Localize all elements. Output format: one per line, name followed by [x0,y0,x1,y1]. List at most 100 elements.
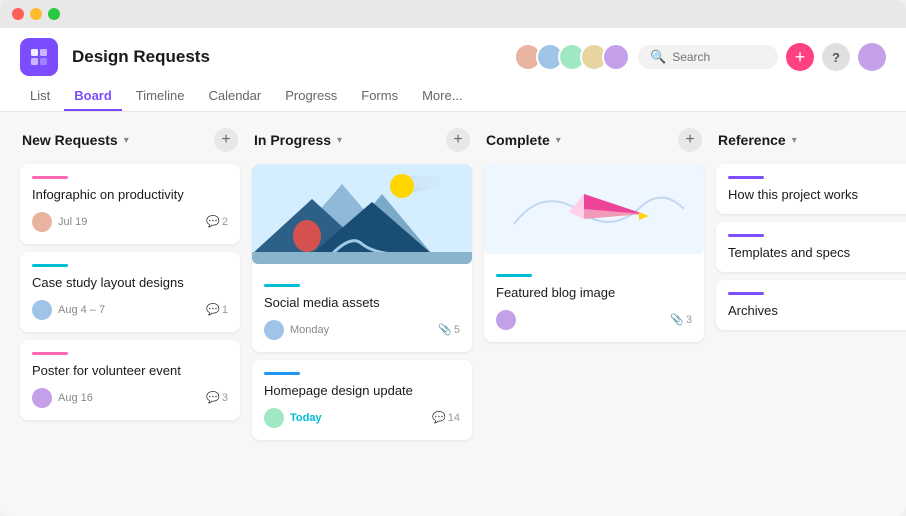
avatar [32,212,52,232]
card-date: Jul 19 [58,216,200,228]
avatar-group [514,43,630,71]
tab-timeline[interactable]: Timeline [126,82,195,111]
card-date: Aug 16 [58,392,200,404]
comment-icon: 💬 [206,303,220,316]
chevron-down-icon: ▾ [556,135,561,146]
tab-calendar[interactable]: Calendar [198,82,271,111]
card-tag [264,372,300,375]
add-card-button[interactable]: + [446,128,470,152]
card-meta: Monday 📎 5 [264,320,460,340]
card-attachment-count: 📎 5 [438,323,460,336]
card-meta: Aug 4 – 7 💬 1 [32,300,228,320]
card-tag [32,352,68,355]
project-title: Design Requests [72,47,500,67]
card-image [252,164,472,264]
column-complete: Complete ▾ + [484,128,704,342]
add-card-button[interactable]: + [214,128,238,152]
card-meta: 📎 3 [496,310,692,330]
user-avatar[interactable] [858,43,886,71]
card-tag [728,234,764,237]
card-title: Infographic on productivity [32,187,228,204]
close-dot[interactable] [12,8,24,20]
card[interactable]: Case study layout designs Aug 4 – 7 💬 1 [20,252,240,332]
column-reference: Reference ▾ + How this project works Tem… [716,128,906,330]
avatar [264,408,284,428]
card-comment-count: 💬 14 [432,411,460,424]
attachment-icon: 📎 [670,313,684,326]
search-icon: 🔍 [650,49,666,65]
card-date: Monday [290,324,432,336]
tab-more[interactable]: More... [412,82,472,111]
tab-board[interactable]: Board [64,82,122,111]
header-right: 🔍 + ? [514,43,886,71]
column-title-complete: Complete [486,132,550,148]
maximize-dot[interactable] [48,8,60,20]
column-title-in-progress: In Progress [254,132,331,148]
header: Design Requests 🔍 + ? [0,28,906,112]
column-in-progress: In Progress ▾ + [252,128,472,440]
card-tag [32,176,68,179]
tab-progress[interactable]: Progress [275,82,347,111]
card-title: How this project works [728,187,906,202]
card[interactable]: Poster for volunteer event Aug 16 💬 3 [20,340,240,420]
card-tag [728,176,764,179]
chevron-down-icon: ▾ [337,135,342,146]
tab-list[interactable]: List [20,82,60,111]
card[interactable]: Social media assets Monday 📎 5 [252,164,472,352]
card-tag [32,264,68,267]
card-title: Templates and specs [728,245,906,260]
card-title: Homepage design update [264,383,460,400]
card-title: Poster for volunteer event [32,363,228,380]
card-title: Case study layout designs [32,275,228,292]
card-title: Archives [728,303,906,318]
titlebar [0,0,906,28]
column-header-reference: Reference ▾ + [716,128,906,156]
avatar [32,300,52,320]
card[interactable]: Featured blog image 📎 3 [484,164,704,342]
card-meta: Jul 19 💬 2 [32,212,228,232]
card-meta: Aug 16 💬 3 [32,388,228,408]
search-bar[interactable]: 🔍 [638,45,778,69]
card-title: Social media assets [264,295,460,312]
card-content: Social media assets Monday 📎 5 [252,274,472,352]
avatar [602,43,630,71]
avatar [32,388,52,408]
app-icon [20,38,58,76]
card-comment-count: 💬 2 [206,215,228,228]
card-comment-count: 💬 3 [206,391,228,404]
reference-card[interactable]: Archives [716,280,906,330]
search-input[interactable] [672,50,772,64]
card-image [484,164,704,254]
help-button[interactable]: ? [822,43,850,71]
chevron-down-icon: ▾ [792,135,797,146]
card-date: Aug 4 – 7 [58,304,200,316]
minimize-dot[interactable] [30,8,42,20]
add-button[interactable]: + [786,43,814,71]
header-top: Design Requests 🔍 + ? [20,28,886,82]
app-window: Design Requests 🔍 + ? [0,0,906,516]
column-title-new-requests: New Requests [22,132,118,148]
comment-icon: 💬 [206,215,220,228]
card-tag [264,284,300,287]
column-header-in-progress: In Progress ▾ + [252,128,472,156]
card[interactable]: Infographic on productivity Jul 19 💬 2 [20,164,240,244]
column-new-requests: New Requests ▾ + Infographic on producti… [20,128,240,420]
column-header-new-requests: New Requests ▾ + [20,128,240,156]
column-title-reference: Reference [718,132,786,148]
card-title: Featured blog image [496,285,692,302]
tab-forms[interactable]: Forms [351,82,408,111]
card[interactable]: Homepage design update Today 💬 14 [252,360,472,440]
card-date: Today [290,412,426,424]
column-header-complete: Complete ▾ + [484,128,704,156]
card-tag [728,292,764,295]
card-meta: Today 💬 14 [264,408,460,428]
reference-card[interactable]: How this project works [716,164,906,214]
nav-tabs: List Board Timeline Calendar Progress Fo… [20,82,886,111]
chevron-down-icon: ▾ [124,135,129,146]
card-content: Featured blog image 📎 3 [484,264,704,342]
board: New Requests ▾ + Infographic on producti… [0,112,906,516]
card-comment-count: 💬 1 [206,303,228,316]
add-card-button[interactable]: + [678,128,702,152]
reference-card[interactable]: Templates and specs [716,222,906,272]
attachment-icon: 📎 [438,323,452,336]
